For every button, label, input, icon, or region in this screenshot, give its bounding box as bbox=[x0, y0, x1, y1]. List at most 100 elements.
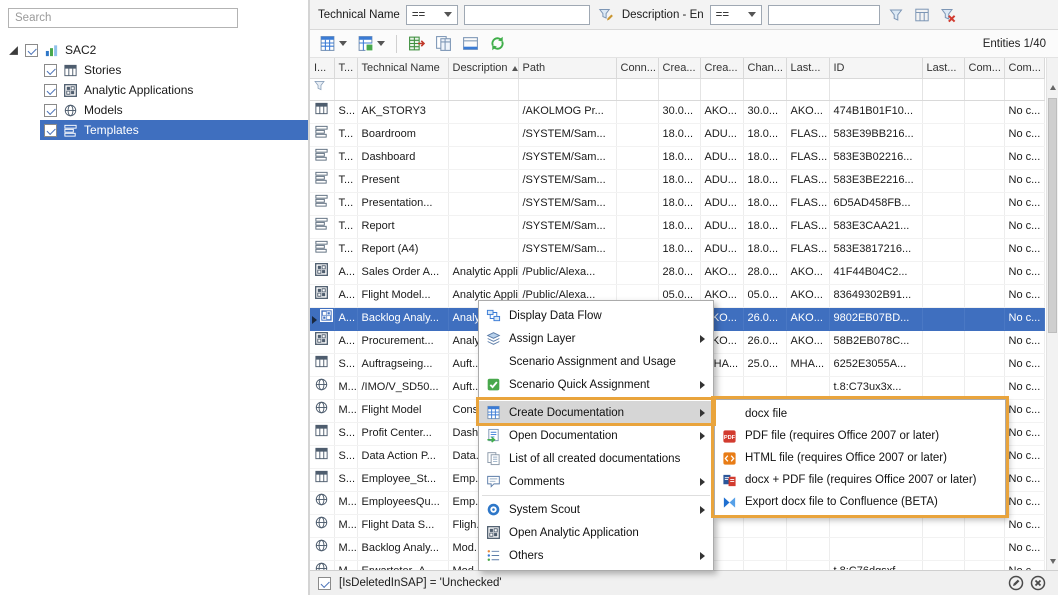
column-header-com[interactable]: Com... bbox=[1004, 58, 1044, 78]
column-header-i[interactable]: I... bbox=[310, 58, 334, 78]
checkbox[interactable] bbox=[25, 44, 38, 57]
table-copy-icon bbox=[435, 35, 452, 52]
table-row[interactable]: T...Dashboard/SYSTEM/Sam...18.0...ADU...… bbox=[310, 146, 1044, 169]
search-input[interactable] bbox=[8, 8, 238, 28]
cell bbox=[922, 330, 964, 353]
excel-export-icon bbox=[408, 35, 425, 52]
edit-filter-circle-icon[interactable] bbox=[1008, 575, 1024, 591]
cell: Backlog Analy... bbox=[357, 537, 448, 560]
technical-name-filter-input[interactable] bbox=[464, 5, 590, 25]
table-row[interactable]: A...Sales Order A...Analytic Appli.../Pu… bbox=[310, 261, 1044, 284]
grid-window-icon[interactable] bbox=[912, 5, 932, 25]
table-row[interactable]: S...AK_STORY3/AKOLMOG Pr...30.0...AKO...… bbox=[310, 100, 1044, 123]
menu-item-scenario-quick-assignment[interactable]: Scenario Quick Assignment bbox=[479, 373, 713, 396]
filter-cell[interactable] bbox=[518, 78, 616, 100]
operator-select[interactable]: == bbox=[406, 5, 458, 25]
scrollbar-thumb[interactable] bbox=[1048, 98, 1057, 333]
column-header-technical-name[interactable]: Technical Name bbox=[357, 58, 448, 78]
column-header-t[interactable]: T... bbox=[334, 58, 357, 78]
menu-item-open-documentation[interactable]: Open Documentation bbox=[479, 424, 713, 447]
column-header-com[interactable]: Com... bbox=[964, 58, 1004, 78]
filter-cell[interactable] bbox=[829, 78, 922, 100]
sidebar-item-models[interactable]: Models bbox=[40, 100, 308, 120]
menu-item-list-of-all-created-documentations[interactable]: List of all created documentations bbox=[479, 447, 713, 470]
column-header-crea[interactable]: Crea... bbox=[700, 58, 743, 78]
menu-item-export-docx-file-to-confluence-beta[interactable]: Export docx file to Confluence (BETA) bbox=[715, 491, 1005, 513]
copy-table-button[interactable] bbox=[432, 33, 455, 54]
column-header-chan[interactable]: Chan... bbox=[743, 58, 786, 78]
sidebar-item-stories[interactable]: Stories bbox=[40, 60, 308, 80]
documentation-settings-button[interactable] bbox=[354, 33, 388, 54]
tree-root-sac2[interactable]: SAC2 bbox=[0, 40, 308, 60]
filter-cell[interactable] bbox=[1004, 78, 1044, 100]
menu-item-create-documentation[interactable]: Create Documentation bbox=[479, 401, 713, 424]
checkbox[interactable] bbox=[44, 104, 57, 117]
documentation-menu-button[interactable] bbox=[316, 33, 350, 54]
status-filter-checkbox[interactable] bbox=[318, 577, 331, 590]
menu-item-system-scout[interactable]: System Scout bbox=[479, 498, 713, 521]
scroll-up-button[interactable] bbox=[1047, 80, 1058, 94]
close-filter-circle-icon[interactable] bbox=[1030, 575, 1046, 591]
checkbox[interactable] bbox=[44, 64, 57, 77]
menu-item-html-file-requires-office-2007-or-later[interactable]: HTML file (requires Office 2007 or later… bbox=[715, 447, 1005, 469]
filter-cell[interactable] bbox=[357, 78, 448, 100]
menu-item-others[interactable]: Others bbox=[479, 544, 713, 567]
menu-item-docx-pdf-file-requires-office-2007-or-later[interactable]: docx + PDF file (requires Office 2007 or… bbox=[715, 469, 1005, 491]
filter-cell[interactable] bbox=[922, 78, 964, 100]
table-row[interactable]: T...Boardroom/SYSTEM/Sam...18.0...ADU...… bbox=[310, 123, 1044, 146]
column-header-last[interactable]: Last... bbox=[922, 58, 964, 78]
filter-icon[interactable] bbox=[886, 5, 906, 25]
filter-cell[interactable] bbox=[658, 78, 700, 100]
filter-edit-icon[interactable] bbox=[596, 5, 616, 25]
vertical-scrollbar[interactable] bbox=[1046, 58, 1058, 570]
column-header-last[interactable]: Last... bbox=[786, 58, 829, 78]
column-header-description[interactable]: Description bbox=[448, 58, 518, 78]
table-row[interactable]: T...Presentation.../SYSTEM/Sam...18.0...… bbox=[310, 192, 1044, 215]
export-excel-button[interactable] bbox=[405, 33, 428, 54]
column-header-label: T... bbox=[339, 62, 354, 74]
row-type-icon-cell bbox=[310, 537, 334, 560]
filter-cell[interactable] bbox=[310, 78, 334, 100]
menu-item-display-data-flow[interactable]: Display Data Flow bbox=[479, 304, 713, 327]
template-icon bbox=[314, 170, 329, 185]
column-header-conn[interactable]: Conn... bbox=[616, 58, 658, 78]
menu-item-scenario-assignment-and-usage[interactable]: Scenario Assignment and Usage bbox=[479, 350, 713, 373]
expander-icon[interactable] bbox=[8, 45, 19, 56]
description-filter-input[interactable] bbox=[768, 5, 880, 25]
filter-cell[interactable] bbox=[700, 78, 743, 100]
menu-item-open-analytic-application[interactable]: Open Analytic Application bbox=[479, 521, 713, 544]
cell bbox=[616, 238, 658, 261]
table-row[interactable]: T...Present/SYSTEM/Sam...18.0...ADU...18… bbox=[310, 169, 1044, 192]
refresh-button[interactable] bbox=[486, 33, 509, 54]
cell: No c... bbox=[1004, 192, 1044, 215]
filter-cell[interactable] bbox=[616, 78, 658, 100]
filter-cell[interactable] bbox=[786, 78, 829, 100]
menu-item-comments[interactable]: Comments bbox=[479, 470, 713, 493]
operator-select[interactable]: == bbox=[710, 5, 762, 25]
row-type-icon-cell bbox=[310, 238, 334, 261]
table-layout-button[interactable] bbox=[459, 33, 482, 54]
table-row[interactable]: T...Report (A4)/SYSTEM/Sam...18.0...ADU.… bbox=[310, 238, 1044, 261]
sidebar-item-analytic-applications[interactable]: Analytic Applications bbox=[40, 80, 308, 100]
checkbox[interactable] bbox=[44, 124, 57, 137]
filter-cell[interactable] bbox=[743, 78, 786, 100]
filter-cell[interactable] bbox=[448, 78, 518, 100]
filter-cell[interactable] bbox=[964, 78, 1004, 100]
clear-filter-icon[interactable] bbox=[938, 5, 958, 25]
cell: t.8:C73ux3x... bbox=[829, 376, 922, 399]
column-header-id[interactable]: ID bbox=[829, 58, 922, 78]
filter-cell[interactable] bbox=[334, 78, 357, 100]
menu-item-pdf-file-requires-office-2007-or-later[interactable]: PDFPDF file (requires Office 2007 or lat… bbox=[715, 425, 1005, 447]
checkbox[interactable] bbox=[44, 84, 57, 97]
sidebar-item-templates[interactable]: Templates bbox=[40, 120, 308, 140]
menu-item-docx-file[interactable]: docx file bbox=[715, 403, 1005, 425]
scroll-down-button[interactable] bbox=[1047, 554, 1058, 568]
cell: T... bbox=[334, 146, 357, 169]
cell bbox=[922, 169, 964, 192]
app-icon bbox=[314, 331, 329, 346]
column-header-crea[interactable]: Crea... bbox=[658, 58, 700, 78]
cell: M... bbox=[334, 491, 357, 514]
column-header-path[interactable]: Path bbox=[518, 58, 616, 78]
table-row[interactable]: T...Report/SYSTEM/Sam...18.0...ADU...18.… bbox=[310, 215, 1044, 238]
menu-item-assign-layer[interactable]: Assign Layer bbox=[479, 327, 713, 350]
